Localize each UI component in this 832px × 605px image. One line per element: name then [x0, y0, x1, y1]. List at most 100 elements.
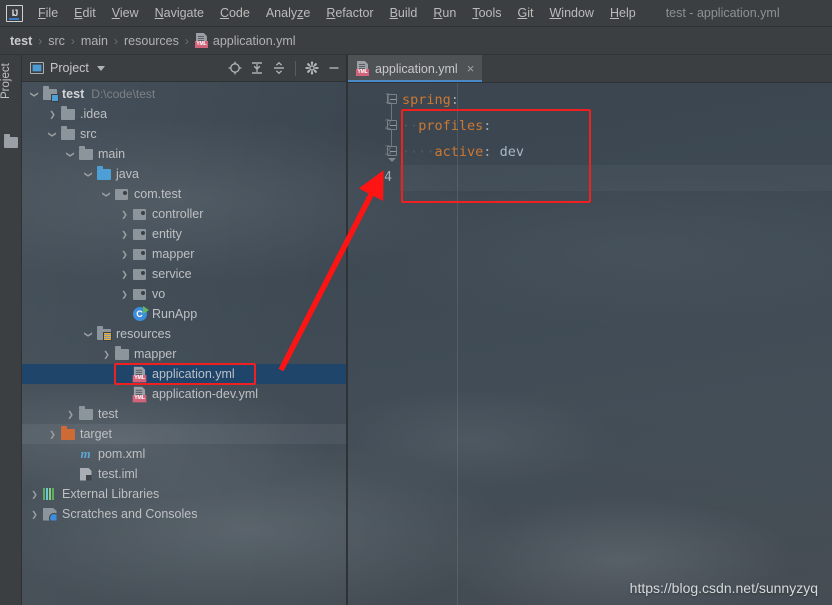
menu-window[interactable]: Window [541, 3, 601, 23]
code-folding-column[interactable] [386, 87, 398, 165]
menu-code[interactable]: Code [212, 3, 258, 23]
tree-node-target[interactable]: target [22, 424, 348, 444]
collapse-all-icon[interactable] [269, 58, 289, 78]
chevron-right-icon[interactable] [118, 250, 131, 259]
tree-node-resources[interactable]: resources [22, 324, 348, 344]
tree-node-test[interactable]: test D:\code\test [22, 84, 348, 104]
tree-node-main[interactable]: main [22, 144, 348, 164]
editor-gutter[interactable]: 1234 [348, 83, 400, 605]
code-line-1[interactable]: spring: [400, 87, 832, 113]
breadcrumb-item-main[interactable]: main [81, 34, 108, 48]
scratches-icon [41, 507, 58, 521]
main-menu-bar: IJ File Edit View Navigate Code Analyze Refact… [0, 0, 832, 27]
menu-file[interactable]: File [30, 3, 66, 23]
breadcrumb-item-application-yml[interactable]: YML application.yml [194, 33, 296, 48]
tree-node-scratches-and-consoles[interactable]: Scratches and Consoles [22, 504, 348, 524]
tree-node-label: test [98, 407, 119, 421]
select-opened-file-icon[interactable] [225, 58, 245, 78]
fold-marker-line-1[interactable] [386, 87, 398, 113]
menu-build[interactable]: Build [382, 3, 426, 23]
project-view-selector[interactable]: Project [30, 61, 225, 75]
breadcrumb-item-test[interactable]: test [10, 34, 32, 48]
tree-node-label: com.test [134, 187, 182, 201]
chevron-right-icon[interactable] [46, 110, 59, 119]
tree-node-src[interactable]: src [22, 124, 348, 144]
menu-git[interactable]: Git [510, 3, 542, 23]
tree-node-vo[interactable]: vo [22, 284, 348, 304]
tree-node--idea[interactable]: .idea [22, 104, 348, 124]
tree-node-controller[interactable]: controller [22, 204, 348, 224]
chevron-right-icon[interactable] [118, 210, 131, 219]
chevron-down-icon[interactable] [96, 65, 105, 71]
tool-window-button-project[interactable]: Project [0, 63, 22, 125]
tree-node-entity[interactable]: entity [22, 224, 348, 244]
chevron-right-icon[interactable] [100, 350, 113, 359]
package-icon [131, 228, 148, 240]
chevron-down-icon[interactable] [100, 190, 113, 199]
tree-node-service[interactable]: service [22, 264, 348, 284]
yaml-colon: : [483, 118, 492, 134]
code-line-4[interactable] [400, 165, 832, 191]
tree-node-external-libraries[interactable]: External Libraries [22, 484, 348, 504]
editor-tab-application-yml[interactable]: YML application.yml × [348, 55, 483, 82]
menu-run[interactable]: Run [425, 3, 464, 23]
folder-icon [77, 145, 94, 160]
minimize-icon[interactable] [324, 58, 344, 78]
tree-node-application-yml[interactable]: YML application.yml [22, 364, 348, 384]
gear-icon[interactable] [302, 58, 322, 78]
chevron-right-icon[interactable] [118, 270, 131, 279]
folder-icon[interactable] [4, 134, 18, 148]
tree-node-application-dev-yml[interactable]: YML application-dev.yml [22, 384, 348, 404]
panel-splitter[interactable] [346, 55, 348, 605]
breadcrumb-separator: › [38, 33, 43, 48]
fold-marker-line-3[interactable] [386, 139, 398, 165]
code-line-2[interactable]: ··profiles: [400, 113, 832, 139]
tree-node-com-test[interactable]: com.test [22, 184, 348, 204]
external-libraries-icon [41, 488, 58, 500]
tree-node-pom-xml[interactable]: m pom.xml [22, 444, 348, 464]
breadcrumb-item-src[interactable]: src [48, 34, 65, 48]
chevron-down-icon[interactable] [28, 90, 41, 99]
chevron-right-icon[interactable] [28, 510, 41, 519]
tree-node-mapper[interactable]: mapper [22, 344, 348, 364]
code-content[interactable]: spring: ··profiles: ····active: dev [400, 83, 832, 605]
close-icon[interactable]: × [467, 62, 475, 75]
line-number-4: 4 [384, 170, 392, 185]
code-line-3[interactable]: ····active: dev [400, 139, 832, 165]
expand-all-icon[interactable] [247, 58, 267, 78]
chevron-right-icon[interactable] [28, 490, 41, 499]
tree-node-mapper[interactable]: mapper [22, 244, 348, 264]
indent-whitespace: ·· [402, 118, 419, 134]
chevron-right-icon[interactable] [64, 410, 77, 419]
breadcrumb-item-resources[interactable]: resources [124, 34, 179, 48]
tool-window-button-project-label: Project [0, 63, 12, 99]
fold-marker-line-2[interactable] [386, 113, 398, 139]
window-title: test - application.yml [665, 6, 780, 20]
tree-node-test-iml[interactable]: test.iml [22, 464, 348, 484]
tree-node-test[interactable]: test [22, 404, 348, 424]
menu-refactor[interactable]: Refactor [318, 3, 381, 23]
menu-navigate[interactable]: Navigate [147, 3, 212, 23]
chevron-right-icon[interactable] [46, 430, 59, 439]
menu-analyze[interactable]: Analyze [258, 3, 318, 23]
chevron-right-icon[interactable] [118, 230, 131, 239]
tree-node-java[interactable]: java [22, 164, 348, 184]
yml-badge-label: YML [356, 69, 369, 76]
menu-help[interactable]: Help [602, 3, 644, 23]
package-icon [131, 248, 148, 260]
breadcrumb-separator: › [114, 33, 118, 48]
tree-node-runapp[interactable]: C RunApp [22, 304, 348, 324]
chevron-down-icon[interactable] [64, 150, 77, 159]
project-tree[interactable]: test D:\code\test .idea srcmain java com.test… [22, 82, 348, 524]
chevron-right-icon[interactable] [118, 290, 131, 299]
menu-edit[interactable]: Edit [66, 3, 104, 23]
intellij-logo-icon: IJ [6, 4, 23, 22]
menu-view[interactable]: View [104, 3, 147, 23]
tree-node-label: Scratches and Consoles [62, 507, 198, 521]
chevron-down-icon[interactable] [82, 170, 95, 179]
code-editor[interactable]: 1234 spring: ··profiles: ····active: dev [348, 83, 832, 605]
menu-tools[interactable]: Tools [464, 3, 509, 23]
chevron-down-icon[interactable] [82, 330, 95, 339]
breadcrumb: test › src › main › resources › YML application.y… [10, 33, 296, 48]
chevron-down-icon[interactable] [46, 130, 59, 139]
